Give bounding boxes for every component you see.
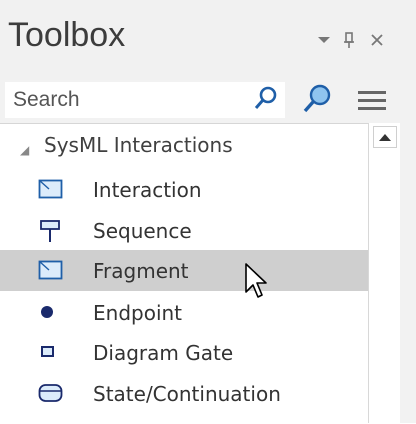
search-icon[interactable] [250, 82, 280, 120]
search-input[interactable] [5, 82, 285, 118]
state-continuation-icon [38, 382, 64, 406]
toolbox-panel: Toolbox Search ◢ SysML Interactions Inte… [0, 0, 416, 424]
scroll-up-button[interactable] [373, 126, 397, 148]
item-label: Fragment [93, 259, 189, 283]
list-item-diagram-gate[interactable]: Diagram Gate [0, 332, 368, 373]
toolbox-titlebar: Toolbox [0, 0, 416, 80]
panel-border [400, 80, 416, 423]
item-label: State/Continuation [93, 382, 281, 406]
group-label: SysML Interactions [44, 133, 233, 157]
list-item-interaction[interactable]: Interaction [0, 169, 368, 210]
fragment-icon [38, 259, 64, 283]
list-item-endpoint[interactable]: Endpoint [0, 292, 368, 333]
vertical-scrollbar[interactable] [368, 123, 401, 423]
item-label: Endpoint [93, 301, 183, 325]
item-label: Diagram Gate [93, 341, 234, 365]
toolbox-list: ◢ SysML Interactions Interaction Sequenc… [0, 123, 368, 424]
expand-triangle-icon[interactable]: ◢ [20, 143, 29, 157]
list-item-sequence[interactable]: Sequence [0, 210, 368, 251]
chevron-down-icon[interactable] [311, 26, 337, 54]
close-icon[interactable] [364, 26, 390, 54]
list-item-fragment[interactable]: Fragment [0, 250, 368, 291]
list-item-state-continuation[interactable]: State/Continuation [0, 373, 368, 414]
endpoint-icon [38, 301, 64, 325]
advanced-search-icon[interactable] [300, 82, 334, 122]
search-bar [0, 80, 416, 122]
pin-icon[interactable] [336, 26, 362, 54]
sequence-icon [38, 219, 64, 243]
panel-title: Toolbox [8, 16, 126, 54]
interaction-icon [38, 178, 64, 202]
group-header-sysml-interactions[interactable]: ◢ SysML Interactions [0, 130, 368, 164]
item-label: Interaction [93, 178, 202, 202]
mouse-pointer-icon [244, 262, 268, 304]
item-label: Sequence [93, 219, 192, 243]
hamburger-menu-icon[interactable] [356, 88, 388, 116]
diagram-gate-icon [38, 341, 64, 365]
